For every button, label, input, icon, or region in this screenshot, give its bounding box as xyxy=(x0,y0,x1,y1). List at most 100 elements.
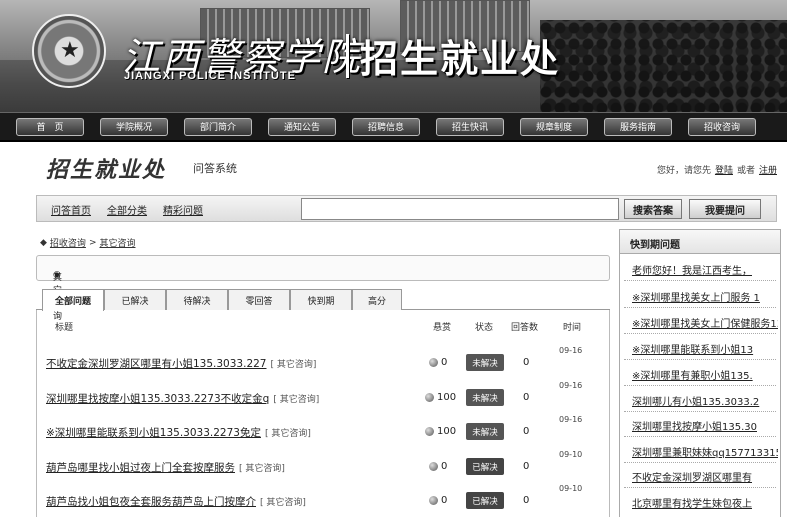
page-title: 招生就业处 xyxy=(46,158,167,183)
column-header-reward: 悬赏 xyxy=(433,323,452,333)
hot-question-link[interactable]: 深圳哪儿有小姐135.3033.2 xyxy=(632,393,778,408)
toolbar-links: 问答首页 全部分类 精彩问题 xyxy=(51,202,203,217)
hot-question-link[interactable]: ※深圳哪里找美女上门服务 1 xyxy=(632,289,778,304)
status-badge: 未解决 xyxy=(466,354,504,371)
qa-toolbar: 问答首页 全部分类 精彩问题 搜索答案 我要提问 xyxy=(36,195,777,222)
column-header-time: 时间 xyxy=(563,323,582,333)
ask-question-button[interactable]: 我要提问 xyxy=(689,199,761,219)
reward-cell: 0 xyxy=(429,495,447,506)
status-badge: 已解决 xyxy=(466,458,504,475)
question-tabs: 全部问题 已解决 待解决 零回答 快到期 高分 xyxy=(36,288,610,311)
tab-zero-answers[interactable]: 零回答 xyxy=(228,289,290,310)
divider xyxy=(624,307,776,308)
question-title-link[interactable]: 葫芦岛哪里找小姐过夜上门全套按摩服务 xyxy=(46,462,235,474)
dept-title: 招生就业处 xyxy=(360,37,561,81)
hot-question-link[interactable]: ※深圳哪里找美女上门保健服务13 xyxy=(632,315,778,330)
column-header-answers: 回答数 xyxy=(511,323,539,333)
question-cell: 葫芦岛找小姐包夜全套服务葫芦岛上门按摩介 [ 其它咨询] xyxy=(46,494,306,509)
nav-item-rules[interactable]: 规章制度 xyxy=(520,117,588,136)
qa-home-link[interactable]: 问答首页 xyxy=(51,202,91,217)
status-badge: 已解决 xyxy=(466,492,504,509)
status-badge: 未解决 xyxy=(466,423,504,440)
tab-solved[interactable]: 已解决 xyxy=(104,289,166,310)
hot-question-link[interactable]: ※深圳哪里有兼职小姐135. xyxy=(632,367,778,382)
divider xyxy=(624,359,776,360)
nav-item-jobs[interactable]: 招聘信息 xyxy=(352,117,420,136)
school-name-en: JIANGXI POLICE INSTITUTE xyxy=(124,70,296,82)
expiring-questions-panel: 快到期问题 老师您好！我是江西考生， ※深圳哪里找美女上门服务 1 ※深圳哪里找… xyxy=(619,229,781,517)
register-link[interactable]: 注册 xyxy=(759,163,777,176)
column-header-status: 状态 xyxy=(475,323,494,333)
panel-title: 快到期问题 xyxy=(620,230,780,254)
divider xyxy=(624,487,776,488)
answer-count: 0 xyxy=(523,357,530,368)
tab-unsolved[interactable]: 待解决 xyxy=(166,289,228,310)
hot-question-link[interactable]: 深圳哪里兼职妹妹qq1577133150 xyxy=(632,444,778,459)
divider xyxy=(624,333,776,334)
category-box: ◉ 其它咨询 xyxy=(36,255,610,322)
answer-count: 0 xyxy=(523,495,530,506)
question-time: 09-10 xyxy=(559,484,583,493)
nav-item-consult[interactable]: 招收咨询 xyxy=(688,117,756,136)
question-time: 09-10 xyxy=(559,450,583,459)
table-row: 葫芦岛哪里找小姐过夜上门全套按摩服务 [ 其它咨询] 0 已解决 0 09-10 xyxy=(37,449,609,483)
question-category-link[interactable]: [ 其它咨询] xyxy=(265,429,311,439)
table-row: ※深圳哪里能联系到小姐135.3033.2273免定 [ 其它咨询] 100 未解… xyxy=(37,414,609,448)
question-category-link[interactable]: [ 其它咨询] xyxy=(270,360,316,370)
answer-count: 0 xyxy=(523,426,530,437)
hot-question-link[interactable]: 北京哪里有找学生妹包夜上 xyxy=(632,495,778,510)
site-banner: ★ 江西警察学院 JIANGXI POLICE INSTITUTE 招生就业处 … xyxy=(0,0,787,140)
question-time: 09-16 xyxy=(559,381,583,390)
coin-icon xyxy=(429,462,438,471)
reward-value: 0 xyxy=(441,357,448,368)
reward-cell: 100 xyxy=(425,426,456,437)
featured-questions-link[interactable]: 精彩问题 xyxy=(163,202,203,217)
question-title-link[interactable]: 葫芦岛找小姐包夜全套服务葫芦岛上门按摩介 xyxy=(46,496,256,508)
hot-question-link[interactable]: 不收定金深圳罗湖区哪里有 xyxy=(632,469,778,484)
nav-item-overview[interactable]: 学院概况 xyxy=(100,117,168,136)
question-category-link[interactable]: [ 其它咨询] xyxy=(273,395,319,405)
search-answer-button[interactable]: 搜索答案 xyxy=(624,199,682,219)
reward-value: 0 xyxy=(441,461,448,472)
question-cell: 深圳哪里找按摩小姐135.3033.2273不收定金q [ 其它咨询] xyxy=(46,391,319,406)
question-table: 标题 悬赏 状态 回答数 时间 不收定金深圳罗湖区哪里有小姐135.3033.2… xyxy=(36,310,610,517)
star-icon: ★ xyxy=(60,38,80,63)
table-row: 深圳哪里找按摩小姐135.3033.2273不收定金q [ 其它咨询] 100 未… xyxy=(37,380,609,414)
question-title-link[interactable]: 深圳哪里找按摩小姐135.3033.2273不收定金q xyxy=(46,393,269,405)
question-title-link[interactable]: ※深圳哪里能联系到小姐135.3033.2273免定 xyxy=(46,427,261,439)
breadcrumb-current[interactable]: 其它咨询 xyxy=(99,236,135,249)
breadcrumb-root[interactable]: 招收咨询 xyxy=(50,236,86,249)
tab-high-score[interactable]: 高分 xyxy=(352,289,402,310)
nav-item-dept-intro[interactable]: 部门简介 xyxy=(184,117,252,136)
status-badge: 未解决 xyxy=(466,389,504,406)
question-time: 09-16 xyxy=(559,415,583,424)
divider xyxy=(624,385,776,386)
question-category-link[interactable]: [ 其它咨询] xyxy=(239,464,285,474)
question-category-link[interactable]: [ 其它咨询] xyxy=(260,498,306,508)
hot-question-link[interactable]: 深圳哪里找按摩小姐135.30 xyxy=(632,418,778,433)
banner-divider xyxy=(346,34,349,78)
question-cell: 不收定金深圳罗湖区哪里有小姐135.3033.227 [ 其它咨询] xyxy=(46,356,316,371)
tab-all[interactable]: 全部问题 xyxy=(42,289,104,311)
nav-item-home[interactable]: 首 页 xyxy=(16,117,84,136)
hot-question-link[interactable]: 老师您好！我是江西考生， xyxy=(632,262,778,277)
table-row: 葫芦岛找小姐包夜全套服务葫芦岛上门按摩介 [ 其它咨询] 0 已解决 0 09-1… xyxy=(37,483,609,517)
reward-value: 100 xyxy=(437,426,457,437)
login-link[interactable]: 登陆 xyxy=(715,163,733,176)
reward-cell: 100 xyxy=(425,392,456,403)
divider xyxy=(624,436,776,437)
tab-expiring[interactable]: 快到期 xyxy=(290,289,352,310)
divider xyxy=(624,280,776,281)
nav-item-service-guide[interactable]: 服务指南 xyxy=(604,117,672,136)
all-categories-link[interactable]: 全部分类 xyxy=(107,202,147,217)
reward-cell: 0 xyxy=(429,461,447,472)
question-title-link[interactable]: 不收定金深圳罗湖区哪里有小姐135.3033.227 xyxy=(46,358,266,370)
nav-item-admissions[interactable]: 招生快讯 xyxy=(436,117,504,136)
breadcrumb-separator: > xyxy=(88,237,97,248)
hot-question-link[interactable]: ※深圳哪里能联系到小姐13 xyxy=(632,341,778,356)
nav-item-notices[interactable]: 通知公告 xyxy=(268,117,336,136)
answer-count: 0 xyxy=(523,461,530,472)
search-input[interactable] xyxy=(301,198,619,220)
reward-value: 100 xyxy=(437,392,457,403)
divider xyxy=(624,411,776,412)
